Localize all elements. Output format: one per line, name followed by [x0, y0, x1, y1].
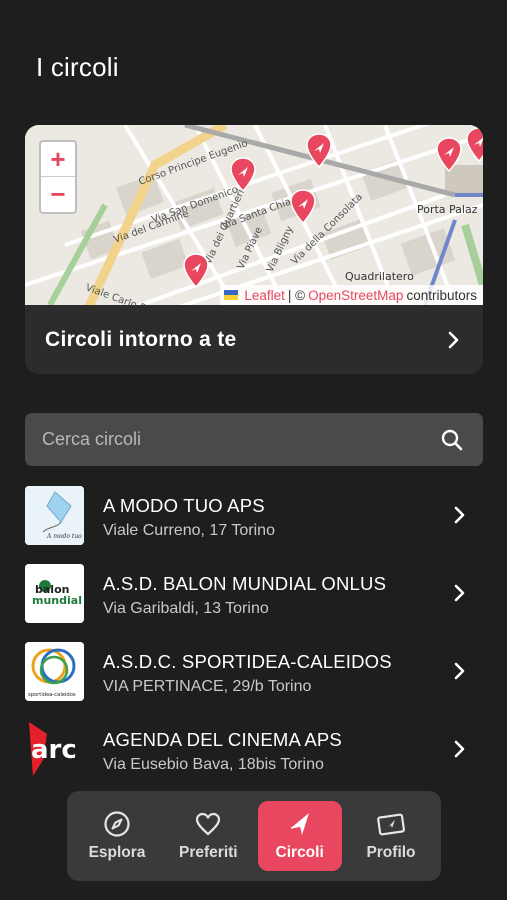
zoom-control: + −	[39, 140, 77, 214]
ukraine-flag-icon	[224, 290, 239, 300]
circolo-address: Via Eusebio Bava, 18bis Torino	[103, 756, 324, 773]
compass-icon	[104, 811, 130, 837]
circoli-list: A modo tuo A MODO TUO APS Viale Curreno,…	[25, 486, 483, 798]
list-item[interactable]: arc AGENDA DEL CINEMA APS Via Eusebio Ba…	[25, 720, 483, 798]
kite-logo-icon: A modo tuo	[25, 486, 84, 545]
nav-item-circoli[interactable]: Circoli	[257, 801, 342, 871]
star-flag-icon	[290, 813, 309, 835]
arci-logo-text: arc	[31, 735, 77, 765]
circolo-address: Viale Curreno, 17 Torino	[103, 522, 275, 539]
map-pin-icon[interactable]	[229, 157, 257, 193]
rings-logo-icon: sportidea-caleidos	[25, 642, 84, 701]
circoli-nearby-button[interactable]: Circoli intorno a te	[25, 305, 483, 374]
map-pin-icon[interactable]	[435, 137, 463, 173]
search-input[interactable]	[42, 429, 402, 450]
nav-item-esplora[interactable]: Esplora	[75, 801, 159, 871]
map-label-porta-palazzo: Porta Palaz	[417, 203, 478, 216]
heart-icon	[196, 812, 221, 836]
circolo-name: AGENDA DEL CINEMA APS	[103, 729, 342, 750]
ticket-icon	[377, 813, 405, 836]
map-pin-icon[interactable]	[182, 253, 210, 289]
nav-label: Preferiti	[179, 844, 238, 861]
circoli-nearby-label: Circoli intorno a te	[45, 327, 237, 351]
arci-logo-icon: arc	[29, 722, 77, 776]
circolo-address: Via Garibaldi, 13 Torino	[103, 600, 269, 617]
circolo-logo: balon mundial	[25, 564, 84, 623]
openstreetmap-link[interactable]: OpenStreetMap	[308, 288, 403, 303]
list-item[interactable]: balon mundial A.S.D. BALON MUNDIAL ONLUS…	[25, 564, 483, 642]
nav-label: Esplora	[88, 844, 146, 861]
attribution-separator: | ©	[287, 287, 306, 303]
rings-logo-text: sportidea-caleidos	[28, 692, 76, 698]
chevron-right-icon	[454, 584, 465, 602]
circolo-name: A.S.D. BALON MUNDIAL ONLUS	[103, 573, 387, 594]
zoom-out-button[interactable]: −	[41, 177, 75, 212]
map-card: Corso Principe Eugenio Via San Domenico …	[25, 125, 483, 374]
page-title: I circoli	[36, 52, 119, 82]
nav-item-preferiti[interactable]: Preferiti	[166, 801, 250, 871]
circolo-name: A MODO TUO APS	[103, 495, 265, 516]
map-label-quadrilatero: Quadrilatero	[345, 270, 414, 283]
balon-mundial-logo-icon: balon mundial	[25, 564, 84, 623]
nav-item-profilo[interactable]: Profilo	[349, 801, 433, 871]
kite-logo-text: A modo tuo	[46, 533, 82, 540]
chevron-right-icon	[454, 506, 465, 524]
list-item[interactable]: A modo tuo A MODO TUO APS Viale Curreno,…	[25, 486, 483, 564]
leaflet-link[interactable]: Leaflet	[244, 288, 285, 303]
map-attribution: Leaflet | © OpenStreetMap contributors	[220, 285, 483, 305]
map-tiles: Corso Principe Eugenio Via San Domenico …	[25, 125, 483, 305]
zoom-in-button[interactable]: +	[41, 142, 75, 177]
search-icon[interactable]	[441, 429, 463, 451]
circolo-address: VIA PERTINACE, 29/b Torino	[103, 678, 312, 695]
chevron-right-icon	[448, 331, 459, 348]
map-pin-icon[interactable]	[465, 127, 483, 163]
balon-logo-bottom-text: mundial	[32, 594, 82, 607]
circolo-logo: sportidea-caleidos	[25, 642, 84, 701]
circolo-logo: A modo tuo	[25, 486, 84, 545]
attribution-suffix: contributors	[406, 287, 477, 303]
map-pin-icon[interactable]	[305, 133, 333, 169]
chevron-right-icon	[454, 662, 465, 680]
circolo-name: A.S.D.C. SPORTIDEA-CALEIDOS	[103, 651, 392, 672]
chevron-right-icon	[454, 740, 465, 758]
bottom-nav: Esplora Preferiti Circoli Profilo	[67, 791, 441, 881]
circolo-logo: arc	[25, 720, 84, 779]
map[interactable]: Corso Principe Eugenio Via San Domenico …	[25, 125, 483, 305]
list-item[interactable]: sportidea-caleidos A.S.D.C. SPORTIDEA-CA…	[25, 642, 483, 720]
map-pin-icon[interactable]	[289, 189, 317, 225]
nav-label: Circoli	[275, 844, 324, 861]
nav-label: Profilo	[366, 844, 416, 861]
search-bar	[25, 413, 483, 466]
